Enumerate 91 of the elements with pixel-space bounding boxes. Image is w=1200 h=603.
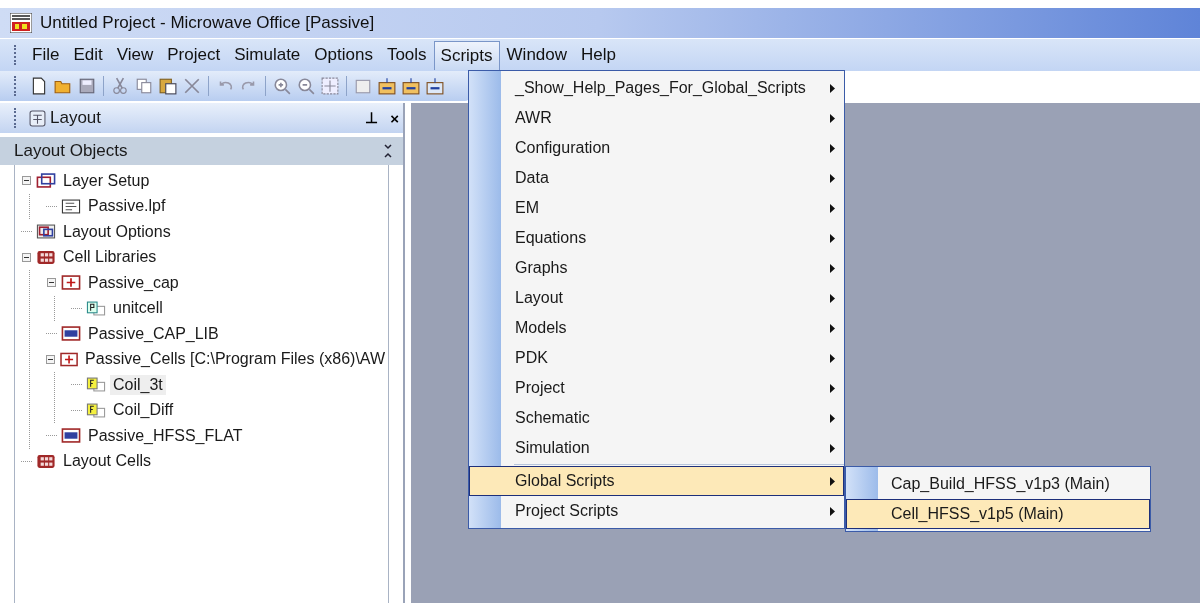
menu-item[interactable]: Scripts — [433, 40, 500, 70]
submenu-arrow-icon — [830, 353, 835, 363]
cut-icon[interactable] — [111, 77, 129, 95]
menu-item[interactable]: Options — [307, 40, 380, 70]
tree-item[interactable]: Layer Setup — [60, 170, 153, 191]
app-icon — [10, 13, 32, 33]
menu-item[interactable]: Simulate — [227, 40, 308, 70]
layers-icon — [36, 173, 56, 189]
library-icon — [36, 249, 56, 265]
menu-item[interactable]: Edit — [66, 40, 110, 70]
menu-item[interactable]: Equations — [469, 223, 844, 253]
submenu-arrow-icon — [830, 443, 835, 453]
menu-item[interactable]: Project — [160, 40, 228, 70]
tree-item[interactable]: unitcell — [110, 298, 166, 319]
close-button[interactable]: × — [386, 109, 403, 127]
menu-item[interactable]: PDK — [469, 343, 844, 373]
tree-item[interactable]: Passive_HFSS_FLAT — [85, 425, 246, 446]
menu-item[interactable]: Layout — [469, 283, 844, 313]
collapse-toggle[interactable] — [21, 175, 32, 187]
menu-item[interactable]: Global Scripts — [469, 466, 844, 496]
layout-icon — [29, 109, 46, 127]
tree-item[interactable]: Cell Libraries — [60, 247, 160, 268]
menu-item[interactable]: EM — [469, 193, 844, 223]
cell-library-icon — [61, 275, 81, 291]
collapse-toggle[interactable] — [46, 277, 57, 289]
menu-item[interactable]: View — [109, 40, 161, 70]
submenu-arrow-icon — [830, 173, 835, 183]
menu-item[interactable]: Project Scripts — [469, 496, 844, 526]
menu-item[interactable]: Models — [469, 313, 844, 343]
menu-item[interactable]: File — [25, 40, 67, 70]
submenu-arrow-icon — [830, 113, 835, 123]
submenu-arrow-icon — [830, 203, 835, 213]
pin-button[interactable]: ⊥ — [361, 109, 383, 127]
submenu-arrow-icon — [830, 83, 835, 93]
component-icon[interactable] — [402, 77, 420, 95]
menu-item[interactable]: Tools — [379, 40, 434, 70]
tree-item[interactable]: Layout Cells — [60, 451, 155, 472]
menu-item[interactable]: Simulation — [469, 433, 844, 463]
submenu-arrow-icon — [830, 506, 835, 516]
fit-view-icon[interactable] — [321, 77, 339, 95]
zoom-in-icon[interactable] — [273, 77, 291, 95]
zoom-out-icon[interactable] — [297, 77, 315, 95]
tree-item[interactable]: Coil_Diff — [110, 400, 177, 421]
document-icon — [61, 198, 81, 214]
cell-icon — [86, 300, 106, 316]
menu-item[interactable]: Help — [574, 40, 623, 70]
layers-icon — [36, 224, 56, 240]
submenu-arrow-icon — [830, 383, 835, 393]
submenu-arrow-icon — [830, 293, 835, 303]
collapse-toggle[interactable] — [21, 251, 32, 263]
window-icon[interactable] — [354, 77, 372, 95]
submenu-arrow-icon — [830, 323, 835, 333]
tree-item[interactable]: Passive_CAP_LIB — [85, 323, 222, 344]
menu-item[interactable]: Configuration — [469, 133, 844, 163]
tree-item[interactable]: Passive.lpf — [85, 196, 169, 217]
submenu-arrow-icon — [830, 233, 835, 243]
gds-icon — [61, 326, 81, 342]
section-title: Layout Objects — [14, 141, 128, 161]
cell-icon — [86, 402, 106, 418]
tree-item[interactable]: Passive_cap — [85, 272, 182, 293]
component-icon[interactable] — [378, 77, 396, 95]
tree-item[interactable]: Layout Options — [60, 221, 174, 242]
tree-item[interactable]: Coil_3t — [110, 374, 166, 395]
cell-library-icon — [59, 351, 79, 367]
collapse-icon[interactable] — [383, 144, 393, 158]
cell-icon — [86, 377, 106, 393]
gds-icon — [61, 428, 81, 444]
submenu-arrow-icon — [830, 476, 835, 486]
save-icon[interactable] — [78, 77, 96, 95]
paste-icon[interactable] — [159, 77, 177, 95]
menu-item[interactable]: Window — [499, 40, 575, 70]
copy-icon[interactable] — [135, 77, 153, 95]
library-icon — [36, 453, 56, 469]
component-icon[interactable] — [426, 77, 444, 95]
menu-item[interactable]: Data — [469, 163, 844, 193]
menu-item[interactable]: Schematic — [469, 403, 844, 433]
pane-title: Layout — [50, 108, 103, 128]
menu-item[interactable]: Cell_HFSS_v1p5 (Main) — [846, 499, 1150, 529]
new-file-icon[interactable] — [30, 77, 48, 95]
menu-item[interactable]: AWR — [469, 103, 844, 133]
tree-item[interactable]: Passive_Cells [C:\Program Files (x86)\AW — [82, 349, 388, 370]
window-title: Untitled Project - Microwave Office [Passive] — [40, 13, 375, 33]
submenu-arrow-icon — [830, 413, 835, 423]
menu-item[interactable]: Project — [469, 373, 844, 403]
menu-item[interactable]: Graphs — [469, 253, 844, 283]
submenu-arrow-icon — [830, 263, 835, 273]
menu-item[interactable]: _Show_Help_Pages_For_Global_Scripts — [469, 73, 844, 103]
delete-icon[interactable] — [183, 77, 201, 95]
collapse-toggle[interactable] — [46, 353, 56, 365]
submenu-arrow-icon — [830, 143, 835, 153]
menu-item[interactable]: Cap_Build_HFSS_v1p3 (Main) — [846, 469, 1150, 499]
